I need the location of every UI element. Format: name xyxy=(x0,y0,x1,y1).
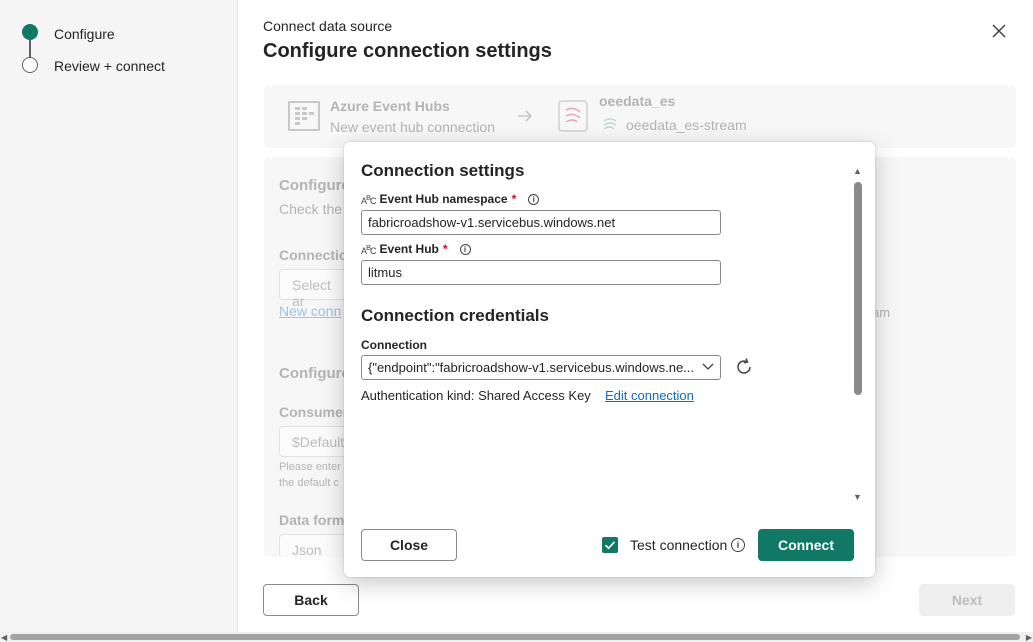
event-hubs-icon xyxy=(288,101,320,131)
namespace-input[interactable] xyxy=(361,210,721,235)
source-sub: New event hub connection xyxy=(330,119,495,135)
step-pending-icon xyxy=(22,57,38,73)
text-field-icon: ABC xyxy=(361,192,377,206)
test-connection-checkbox[interactable] xyxy=(602,537,618,553)
horizontal-scroll-thumb[interactable] xyxy=(10,634,1020,640)
scroll-left-icon[interactable]: ◀ xyxy=(1,633,7,642)
namespace-label: Event Hub namespace xyxy=(379,192,508,206)
bg-new-connection-link: New conn xyxy=(279,303,342,319)
step-review-connect[interactable]: Review + connect xyxy=(54,58,165,74)
eventstream-icon xyxy=(558,100,588,132)
eventhub-input[interactable] xyxy=(361,260,721,285)
steps-panel: Configure Review + connect xyxy=(0,0,238,632)
back-button[interactable]: Back xyxy=(263,584,359,616)
close-icon[interactable] xyxy=(989,21,1009,41)
connection-label: Connection xyxy=(361,338,427,352)
destination-stream: oeedata_es-stream xyxy=(626,117,747,133)
scroll-right-icon[interactable]: ▶ xyxy=(1026,633,1032,642)
step-configure[interactable]: Configure xyxy=(54,26,115,42)
connect-button[interactable]: Connect xyxy=(758,529,854,561)
namespace-label-row: ABC Event Hub namespace * i xyxy=(361,192,540,206)
connection-dropdown[interactable]: {"endpoint":"fabricroadshow-v1.servicebu… xyxy=(361,355,721,380)
bg-configure-heading: Configure xyxy=(279,177,350,194)
connection-settings-dialog: Connection settings ABC Event Hub namesp… xyxy=(344,142,875,577)
page-kicker: Connect data source xyxy=(263,18,393,34)
bg-data-format-label: Data form xyxy=(279,512,345,528)
step-connector xyxy=(29,40,31,57)
edit-connection-link[interactable]: Edit connection xyxy=(605,388,694,403)
connection-dropdown-value: {"endpoint":"fabricroadshow-v1.servicebu… xyxy=(368,360,695,375)
stream-icon xyxy=(603,118,617,130)
source-name: Azure Event Hubs xyxy=(330,98,450,114)
scroll-down-icon[interactable]: ▼ xyxy=(853,492,862,502)
bg-consumer-hint-1: Please enter xyxy=(279,461,341,473)
refresh-icon[interactable] xyxy=(733,356,755,378)
step-complete-icon xyxy=(22,24,38,40)
test-connection-label[interactable]: Test connection xyxy=(630,537,727,553)
connection-settings-heading: Connection settings xyxy=(361,161,525,180)
info-icon[interactable]: i xyxy=(528,193,540,205)
bg-configure2-heading: Configure xyxy=(279,365,350,382)
arrow-right-icon xyxy=(518,110,532,122)
bg-consumer-hint-2: the default c xyxy=(279,477,339,489)
destination-name: oeedata_es xyxy=(599,93,676,109)
checkmark-icon xyxy=(604,541,616,550)
next-button[interactable]: Next xyxy=(919,584,1015,616)
bg-consumer-label: Consumer xyxy=(279,404,349,420)
eventhub-label-row: ABC Event Hub * i xyxy=(361,242,471,256)
required-indicator: * xyxy=(511,192,517,206)
bg-configure-hint: Check the xyxy=(279,201,343,217)
connection-credentials-heading: Connection credentials xyxy=(361,306,549,325)
chevron-down-icon xyxy=(702,363,714,370)
info-icon[interactable]: i xyxy=(731,538,745,552)
dialog-vertical-scrollbar[interactable]: ▲ ▼ xyxy=(852,166,864,502)
horizontal-scrollbar[interactable]: ◀ ▶ xyxy=(0,632,1033,642)
source-summary-card: Azure Event Hubs New event hub connectio… xyxy=(264,85,1016,148)
info-icon[interactable]: i xyxy=(459,243,471,255)
required-indicator: * xyxy=(442,242,448,256)
vertical-scroll-thumb[interactable] xyxy=(854,182,862,395)
close-button[interactable]: Close xyxy=(361,529,457,561)
scroll-up-icon[interactable]: ▲ xyxy=(853,166,862,176)
eventhub-label: Event Hub xyxy=(379,242,439,256)
text-field-icon: ABC xyxy=(361,242,377,256)
authentication-kind: Authentication kind: Shared Access Key xyxy=(361,388,591,403)
page-title: Configure connection settings xyxy=(263,40,552,62)
